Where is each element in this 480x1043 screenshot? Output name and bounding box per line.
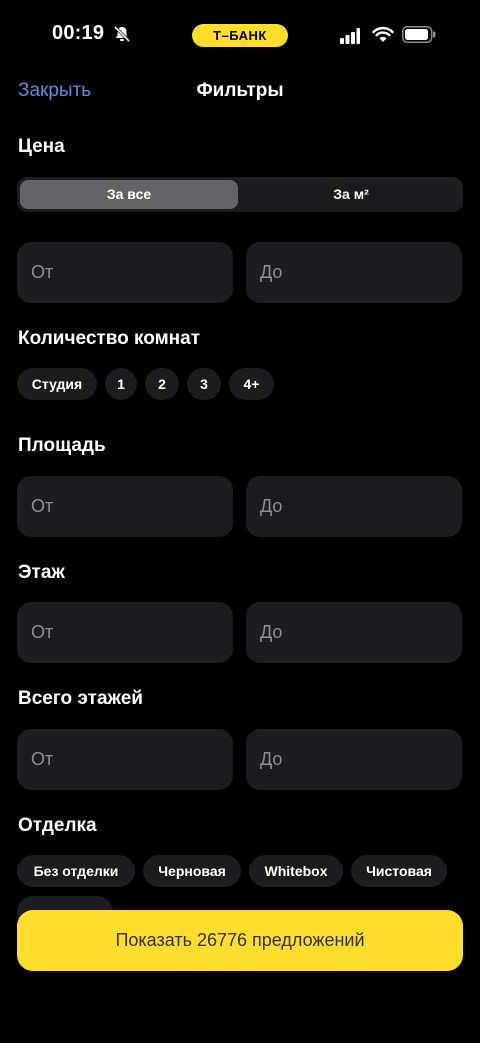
floor-from-placeholder: От (31, 622, 54, 642)
battery-icon (402, 26, 436, 43)
rooms-chip-3[interactable]: 3 (187, 368, 221, 400)
area-from-placeholder: От (31, 496, 54, 516)
total-floors-from-placeholder: От (31, 749, 54, 769)
total-floors-from-field[interactable]: От (17, 729, 233, 790)
status-time: 00:19 (52, 22, 105, 44)
rooms-section-title: Количество комнат (18, 328, 201, 349)
floor-to-field[interactable]: До (246, 602, 462, 663)
total-floors-to-field[interactable]: До (246, 729, 462, 790)
finish-chip-whitebox[interactable]: Whitebox (249, 855, 343, 887)
rooms-chip-2[interactable]: 2 (145, 368, 179, 400)
price-section-title: Цена (18, 136, 65, 157)
floor-from-field[interactable]: От (17, 602, 233, 663)
finish-chip-clean[interactable]: Чистовая (351, 855, 447, 887)
status-bar: 00:19 Т–БАНК (0, 0, 480, 70)
rooms-chip-1[interactable]: 1 (105, 368, 137, 400)
finish-chip-rough[interactable]: Черновая (143, 855, 241, 887)
price-to-field[interactable]: До (246, 242, 462, 303)
cellular-signal-icon (340, 28, 360, 44)
show-offers-button[interactable]: Показать 26776 предложений (17, 910, 463, 971)
price-from-field[interactable]: От (17, 242, 233, 303)
price-from-placeholder: От (31, 262, 54, 282)
finish-chip-none[interactable]: Без отделки (17, 855, 135, 887)
segment-total-price[interactable]: За все (20, 180, 238, 209)
carrier-pill: Т–БАНК (192, 24, 288, 47)
price-mode-segmented-control: За все За м² (17, 177, 463, 212)
total-floors-section-title: Всего этажей (18, 688, 143, 709)
rooms-chip-studio[interactable]: Студия (17, 368, 97, 400)
floor-section-title: Этаж (18, 562, 65, 583)
rooms-chip-4plus[interactable]: 4+ (229, 368, 274, 400)
bell-muted-icon (113, 25, 131, 43)
area-from-field[interactable]: От (17, 476, 233, 537)
area-to-placeholder: До (260, 496, 283, 516)
price-to-placeholder: До (260, 262, 283, 282)
area-to-field[interactable]: До (246, 476, 462, 537)
floor-to-placeholder: До (260, 622, 283, 642)
wifi-icon (372, 26, 394, 42)
segment-price-per-m2[interactable]: За м² (242, 180, 460, 209)
finish-section-title: Отделка (18, 815, 97, 836)
area-section-title: Площадь (18, 435, 106, 456)
total-floors-to-placeholder: До (260, 749, 283, 769)
close-button[interactable]: Закрыть (18, 80, 91, 102)
